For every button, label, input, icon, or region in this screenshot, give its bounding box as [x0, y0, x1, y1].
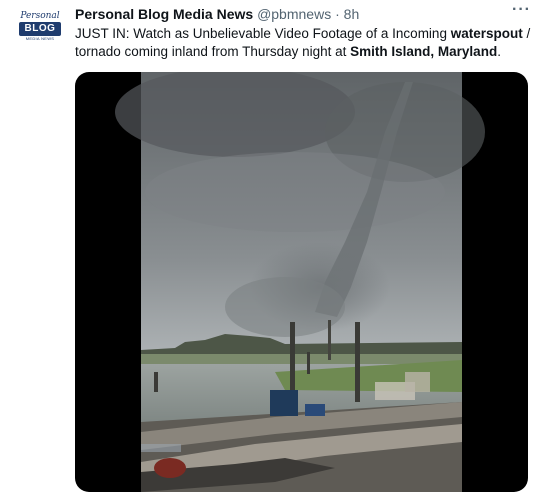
tweet-time[interactable]: 8h — [344, 6, 360, 22]
tweet-header: Personal Blog Media News @pbmnews · 8h — [75, 5, 359, 23]
video-media[interactable] — [75, 72, 528, 492]
avatar-script-text: Personal — [20, 11, 60, 21]
author-name[interactable]: Personal Blog Media News — [75, 6, 253, 22]
tweet[interactable]: Personal BLOG MEDIA NEWS Personal Blog M… — [0, 0, 553, 492]
hashtag-waterspout: waterspout — [450, 26, 523, 41]
avatar[interactable]: Personal BLOG MEDIA NEWS — [14, 9, 66, 49]
more-options-icon[interactable]: ··· — [512, 1, 531, 19]
author-handle[interactable]: @pbmnews — [257, 6, 331, 22]
tweet-text: JUST IN: Watch as Unbelievable Video Foo… — [75, 25, 535, 61]
separator: · — [335, 6, 340, 22]
video-frame — [115, 72, 485, 492]
avatar-badge: BLOG — [18, 22, 62, 36]
tweet-text-part3: . — [497, 44, 501, 59]
tweet-text-part1: JUST IN: Watch as Unbelievable Video Foo… — [75, 26, 451, 41]
avatar-sub-text: MEDIA NEWS — [25, 36, 55, 41]
location-smith-island: Smith Island, Maryland — [350, 44, 498, 59]
